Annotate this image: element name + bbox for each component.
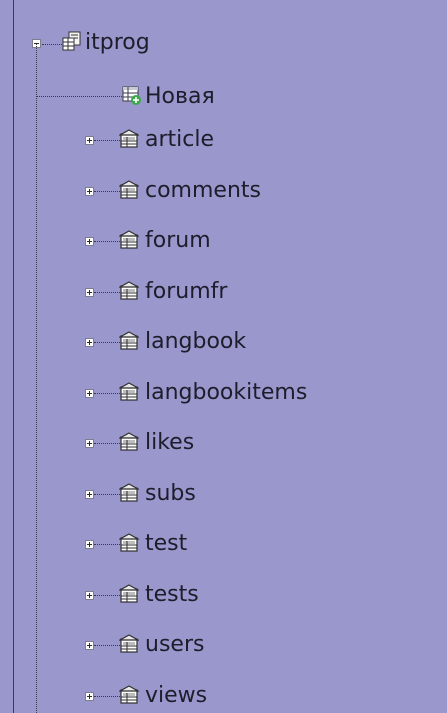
tree-item-likes[interactable]: likes (145, 430, 194, 456)
table-icon (119, 584, 139, 603)
expand-toggle-forumfr[interactable] (85, 288, 94, 297)
table-icon (119, 634, 139, 653)
tree-connector-line (36, 44, 37, 713)
table-icon (119, 685, 139, 704)
tree-item-users[interactable]: users (145, 632, 204, 658)
tree-item-forum[interactable]: forum (145, 228, 211, 254)
branch-line-tests (94, 595, 120, 596)
table-icon (119, 483, 139, 502)
branch-line-views (94, 696, 120, 697)
branch-line-test (94, 544, 120, 545)
tree-item-views[interactable]: views (145, 683, 207, 709)
table-icon (119, 180, 139, 199)
table-icon (119, 129, 139, 148)
branch-line-subs (94, 494, 120, 495)
expand-toggle-langbookitems[interactable] (85, 389, 94, 398)
table-icon (119, 281, 139, 300)
new-table-icon (122, 86, 141, 105)
root-branch-line (42, 44, 62, 45)
expand-toggle-users[interactable] (85, 641, 94, 650)
branch-line-article (94, 140, 120, 141)
branch-line-likes (94, 443, 120, 444)
table-icon (119, 230, 139, 249)
tree-root-label[interactable]: itprog (85, 30, 150, 56)
tree-item-test[interactable]: test (145, 531, 187, 557)
table-icon (119, 533, 139, 552)
expand-toggle-langbook[interactable] (85, 338, 94, 347)
tree-item-comments[interactable]: comments (145, 178, 261, 204)
tree-item-article[interactable]: article (145, 127, 214, 153)
branch-line-langbookitems (94, 393, 120, 394)
expand-toggle-views[interactable] (85, 692, 94, 701)
expand-toggle-likes[interactable] (85, 439, 94, 448)
branch-line-langbook (94, 342, 120, 343)
table-icon (119, 382, 139, 401)
tree-item-langbook[interactable]: langbook (145, 329, 246, 355)
database-tree-panel: itprog Новая article comments forum forumfr… (0, 0, 447, 713)
new-item-branch-line (36, 96, 122, 97)
expand-toggle-tests[interactable] (85, 591, 94, 600)
expand-toggle-subs[interactable] (85, 490, 94, 499)
tree-item-subs[interactable]: subs (145, 481, 196, 507)
tree-item-langbookitems[interactable]: langbookitems (145, 380, 307, 406)
table-icon (119, 331, 139, 350)
expand-toggle-article[interactable] (85, 136, 94, 145)
expand-toggle-forum[interactable] (85, 237, 94, 246)
branch-line-forumfr (94, 292, 120, 293)
branch-line-forum (94, 241, 120, 242)
expand-toggle-comments[interactable] (85, 187, 94, 196)
tree-item-new[interactable]: Новая (145, 84, 215, 110)
database-icon (62, 31, 81, 51)
branch-line-users (94, 645, 120, 646)
tree-item-tests[interactable]: tests (145, 582, 199, 608)
panel-border-line (13, 0, 14, 713)
table-icon (119, 432, 139, 451)
branch-line-comments (94, 191, 120, 192)
tree-item-forumfr[interactable]: forumfr (145, 279, 227, 305)
expand-toggle-test[interactable] (85, 540, 94, 549)
